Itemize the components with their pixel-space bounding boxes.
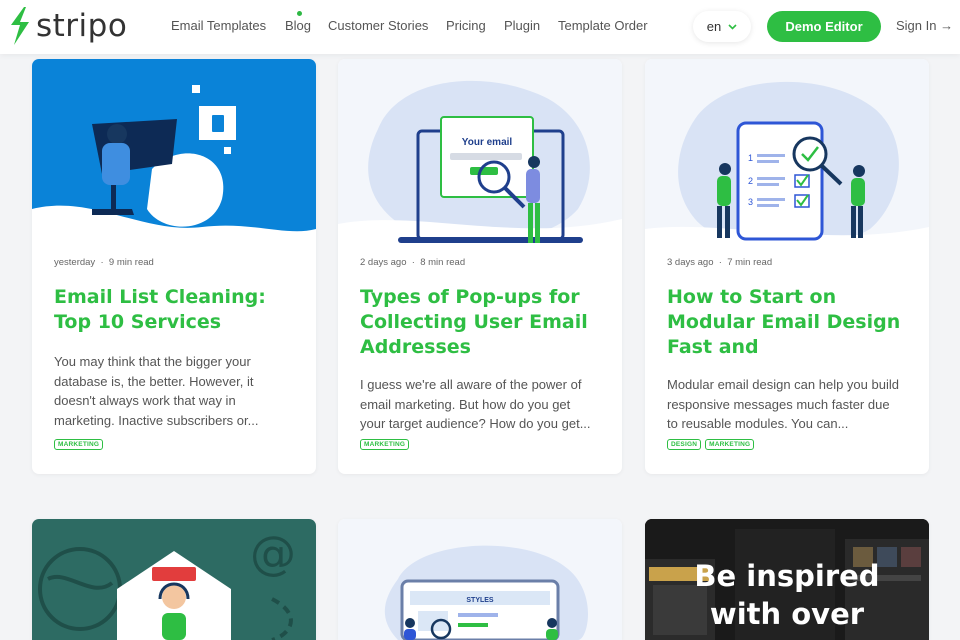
post-excerpt: You may think that the bigger your datab… (54, 354, 259, 428)
tag-design[interactable]: DESIGN (667, 439, 702, 450)
read-time: 7 min read (727, 257, 773, 268)
promo-card[interactable]: Be inspired with over (645, 519, 929, 640)
tag-list: DESIGN MARKETING (667, 439, 755, 450)
tag-list: MARKETING (54, 439, 104, 450)
nav-blog[interactable]: Blog (285, 11, 312, 33)
read-time: 8 min read (420, 257, 466, 268)
nav-blog-label: Blog (285, 18, 312, 33)
language-selector[interactable]: en (693, 11, 751, 42)
tag-marketing[interactable]: MARKETING (54, 439, 104, 450)
blog-card[interactable]: yesterday · 9 min read Email List Cleani… (32, 59, 316, 474)
blog-card[interactable]: 1 2 3 3 days ago · 7 min read How to Sta… (645, 59, 929, 474)
chevron-down-icon (728, 23, 737, 30)
tag-marketing[interactable]: MARKETING (705, 439, 755, 450)
styles-heading-text: STYLES (466, 597, 494, 604)
stripo-logo[interactable]: stripo (8, 5, 134, 47)
tag-marketing[interactable]: MARKETING (360, 439, 410, 450)
active-indicator-dot (297, 11, 302, 16)
promo-text: Be inspired with over (694, 559, 880, 631)
post-excerpt: Modular email design can help you build … (667, 377, 899, 431)
tag-list: MARKETING (360, 439, 410, 450)
promo-heading: Be inspired with over (645, 557, 929, 633)
post-title[interactable]: How to Start on Modular Email Design Fas… (667, 285, 917, 360)
post-title[interactable]: Types of Pop-ups for Collecting User Ema… (360, 285, 610, 360)
post-title[interactable]: Email List Cleaning: Top 10 Services (54, 285, 304, 335)
nav-email-templates[interactable]: Email Templates (171, 18, 266, 33)
svg-text:@: @ (250, 526, 296, 580)
post-date: yesterday (54, 257, 96, 268)
nav-template-order[interactable]: Template Order (558, 18, 648, 33)
card-illustration-modular-design: 1 2 3 (645, 59, 929, 259)
language-label: en (706, 19, 722, 34)
top-navbar: stripo Email Templates Blog Customer Sto… (0, 0, 960, 54)
blog-card[interactable]: @ (32, 519, 316, 640)
read-time: 9 min read (108, 257, 154, 268)
post-meta: yesterday · 9 min read (54, 257, 154, 268)
post-date: 3 days ago (667, 257, 714, 268)
card-illustration-email-support: @ (32, 519, 316, 640)
nav-customer-stories[interactable]: Customer Stories (328, 18, 428, 33)
blog-card[interactable]: STYLES (338, 519, 622, 640)
demo-editor-button[interactable]: Demo Editor (767, 11, 881, 42)
card-illustration-email-cleaning (32, 59, 316, 259)
popup-heading-text: Your email (462, 137, 513, 148)
blog-card[interactable]: Your email 2 days ago · 8 min read Types… (338, 59, 622, 474)
nav-plugin[interactable]: Plugin (504, 18, 540, 33)
svg-text:3: 3 (748, 197, 753, 207)
stripo-logo-icon (11, 7, 29, 45)
post-meta: 3 days ago · 7 min read (667, 257, 773, 268)
svg-text:1: 1 (748, 153, 753, 163)
card-illustration-popups: Your email (338, 59, 622, 259)
logo-text: stripo (36, 8, 128, 44)
post-excerpt: I guess we're all aware of the power of … (360, 377, 591, 431)
nav-pricing[interactable]: Pricing (446, 18, 486, 33)
svg-text:2: 2 (748, 176, 753, 186)
post-date: 2 days ago (360, 257, 407, 268)
card-illustration-styles: STYLES (338, 519, 622, 640)
post-meta: 2 days ago · 8 min read (360, 257, 466, 268)
sign-in-link[interactable]: Sign In → (896, 18, 953, 33)
